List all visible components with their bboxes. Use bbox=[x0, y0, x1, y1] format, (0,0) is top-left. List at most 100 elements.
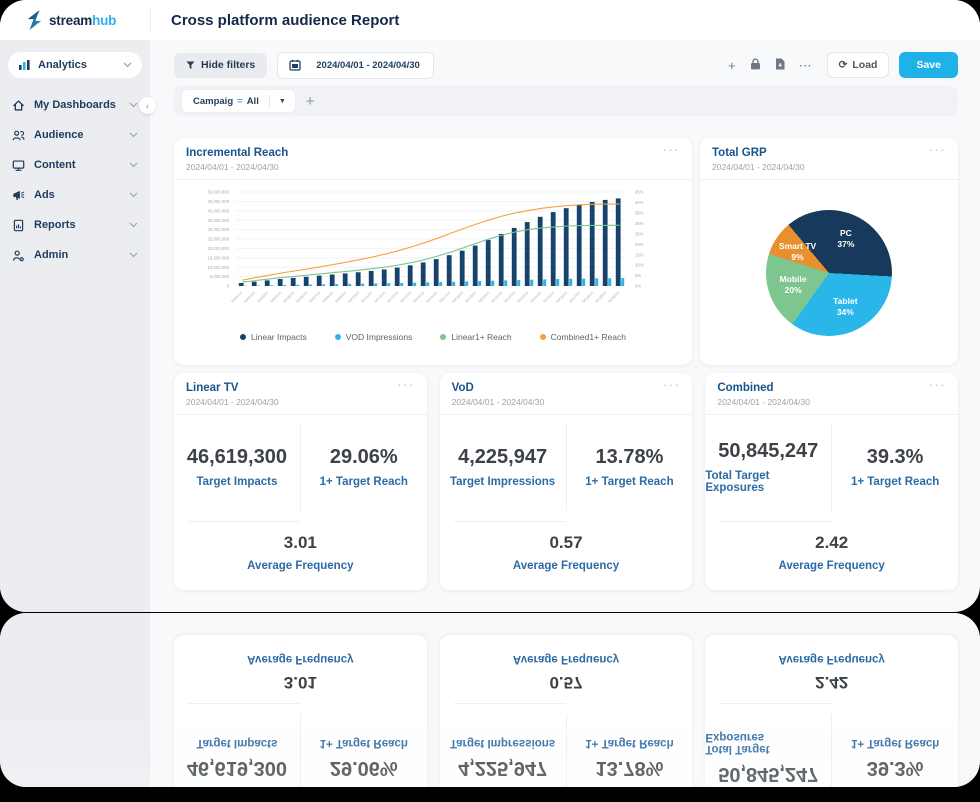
kpi-value: 4,225,947 bbox=[458, 756, 547, 779]
streamhub-logo-icon bbox=[26, 10, 43, 30]
kpi-stat: 13.78% 1+ Target Reach bbox=[566, 714, 693, 787]
combined-card: Combined 2024/04/01 - 2024/04/30 ··· 50,… bbox=[705, 635, 958, 787]
card-menu-icon[interactable]: ··· bbox=[929, 142, 947, 157]
legend-dot bbox=[335, 334, 341, 340]
kpi-label: Average Frequency bbox=[513, 654, 619, 666]
sidebar-item-audience[interactable]: Audience bbox=[0, 120, 150, 150]
kpi-top-row: 46,619,300 Target Impacts 29.06% 1+ Targ… bbox=[174, 423, 427, 511]
kpi-value: 2.42 bbox=[815, 533, 848, 553]
analytics-label: Analytics bbox=[38, 59, 116, 71]
incremental-chart: 05,000,00010,000,00015,000,00020,000,000… bbox=[174, 180, 692, 342]
kpi-stat: 39.3% 1+ Target Reach bbox=[831, 423, 958, 511]
chevron-down-icon bbox=[129, 132, 138, 138]
kpi-value: 50,845,247 bbox=[718, 440, 818, 463]
svg-text:10%: 10% bbox=[635, 263, 644, 268]
card-header: Total GRP 2024/04/01 - 2024/04/30 ··· bbox=[700, 138, 958, 180]
kpi-value: 3.01 bbox=[284, 673, 317, 693]
svg-text:25%: 25% bbox=[635, 231, 644, 236]
kpi-stat: 0.57 Average Frequency bbox=[440, 522, 693, 590]
kpi-label: Average Frequency bbox=[247, 560, 353, 572]
card-title: VoD bbox=[452, 382, 681, 394]
analytics-selector[interactable]: Analytics bbox=[8, 52, 142, 78]
kpi-label: 1+ Target Reach bbox=[585, 476, 673, 488]
kpi-label: Average Frequency bbox=[513, 560, 619, 572]
calendar-icon bbox=[278, 59, 310, 71]
add-widget-icon[interactable]: + bbox=[721, 59, 743, 72]
svg-text:04/16/24: 04/16/24 bbox=[425, 291, 438, 304]
lock-icon[interactable] bbox=[743, 58, 768, 72]
reflection: streamhub Cross platform audience Report… bbox=[0, 613, 980, 787]
filter-operator: = bbox=[237, 96, 243, 107]
kpi-label: 1+ Target Reach bbox=[585, 737, 673, 749]
bar-chart-icon bbox=[18, 59, 31, 71]
kpi-stat: 50,845,247 Total Target Exposures bbox=[705, 423, 831, 511]
combo-chart-svg: 05,000,00010,000,00015,000,00020,000,000… bbox=[178, 184, 686, 326]
sidebar-item-admin[interactable]: Admin bbox=[0, 240, 150, 270]
add-filter-icon[interactable]: + bbox=[306, 93, 315, 110]
svg-text:35,000,000: 35,000,000 bbox=[207, 218, 229, 223]
sidebar-item-reports[interactable]: Reports bbox=[0, 210, 150, 240]
top-header: streamhub Cross platform audience Report bbox=[0, 0, 980, 40]
screenshot-stage: streamhub Cross platform audience Report… bbox=[0, 0, 980, 802]
kpi-value: 39.3% bbox=[867, 446, 924, 469]
card-menu-icon[interactable]: ··· bbox=[663, 377, 681, 392]
date-range-picker[interactable]: 2024/04/01 - 2024/04/30 bbox=[277, 52, 434, 79]
kpi-top-row: 50,845,247 Total Target Exposures 39.3% … bbox=[705, 423, 958, 511]
svg-text:04/05/24: 04/05/24 bbox=[282, 291, 295, 304]
card-subtitle: 2024/04/01 - 2024/04/30 bbox=[452, 397, 681, 407]
sidebar-item-content[interactable]: Content bbox=[0, 150, 150, 180]
chevron-down-icon bbox=[129, 102, 138, 108]
svg-text:04/11/24: 04/11/24 bbox=[361, 291, 374, 304]
svg-text:04/01/24: 04/01/24 bbox=[230, 291, 243, 304]
svg-text:0%: 0% bbox=[635, 284, 641, 289]
card-menu-icon[interactable]: ··· bbox=[929, 377, 947, 392]
legend-item[interactable]: VOD Impressions bbox=[335, 332, 413, 342]
sidebar-item-label: Reports bbox=[34, 219, 120, 231]
kpi-value: 46,619,300 bbox=[187, 446, 287, 469]
sidebar-item-label: Audience bbox=[34, 129, 120, 141]
app-body: Analytics ‹ My Dashboards Audience bbox=[0, 40, 980, 612]
legend-item[interactable]: Combined1+ Reach bbox=[540, 332, 626, 342]
legend-item[interactable]: Linear Impacts bbox=[240, 332, 307, 342]
kpi-label: Target Impacts bbox=[196, 737, 277, 749]
svg-text:04/07/24: 04/07/24 bbox=[308, 291, 321, 304]
legend-item[interactable]: Linear1+ Reach bbox=[440, 332, 511, 342]
kpi-value: 46,619,300 bbox=[187, 756, 287, 779]
kpi-label: Target Impacts bbox=[196, 476, 277, 488]
kpi-top-row: 4,225,947 Target Impressions 13.78% 1+ T… bbox=[440, 423, 693, 511]
svg-text:04/24/24: 04/24/24 bbox=[529, 291, 542, 304]
sidebar-nav: My Dashboards Audience Content bbox=[0, 90, 150, 270]
svg-text:15%: 15% bbox=[635, 252, 644, 257]
sidebar-item-ads[interactable]: Ads bbox=[0, 180, 150, 210]
card-menu-icon[interactable]: ··· bbox=[663, 142, 681, 157]
streamhub-logo[interactable]: streamhub bbox=[0, 10, 150, 30]
load-button[interactable]: ⟳ Load bbox=[827, 52, 890, 78]
kpi-value: 3.01 bbox=[284, 533, 317, 553]
svg-text:04/27/24: 04/27/24 bbox=[568, 291, 581, 304]
kpi-stat: 29.06% 1+ Target Reach bbox=[300, 714, 427, 787]
kpi-stat: 4,225,947 Target Impressions bbox=[440, 423, 566, 511]
more-options-icon[interactable]: ⋯ bbox=[792, 59, 819, 72]
export-file-icon[interactable] bbox=[768, 58, 792, 72]
linear-tv-card: Linear TV 2024/04/01 - 2024/04/30 ··· 46… bbox=[174, 373, 427, 590]
sidebar-collapse-button[interactable]: ‹ bbox=[139, 97, 156, 114]
chevron-down-icon[interactable]: ▼ bbox=[270, 98, 295, 105]
kpi-stat: 2.42 Average Frequency bbox=[705, 635, 958, 703]
pie-slice-label: PC37% bbox=[837, 228, 854, 250]
logo-text: streamhub bbox=[49, 13, 116, 28]
svg-text:04/29/24: 04/29/24 bbox=[594, 291, 607, 304]
hide-filters-button[interactable]: Hide filters bbox=[174, 53, 267, 78]
svg-text:40,000,000: 40,000,000 bbox=[207, 208, 229, 213]
filter-value: All bbox=[247, 96, 259, 107]
legend-label: Linear Impacts bbox=[251, 332, 307, 342]
funnel-icon bbox=[186, 61, 195, 70]
card-menu-icon[interactable]: ··· bbox=[397, 377, 415, 392]
campaign-filter-chip[interactable]: Campaig = All ▼ bbox=[182, 90, 295, 112]
pie-slice-label: Tablet34% bbox=[833, 296, 857, 318]
save-button[interactable]: Save bbox=[899, 52, 958, 78]
kpi-label: Average Frequency bbox=[247, 654, 353, 666]
svg-text:04/21/24: 04/21/24 bbox=[490, 291, 503, 304]
kpi-label: Target Impressions bbox=[450, 737, 555, 749]
total-grp-card: Total GRP 2024/04/01 - 2024/04/30 ··· PC… bbox=[700, 138, 958, 365]
sidebar-item-my-dashboards[interactable]: My Dashboards bbox=[0, 90, 150, 120]
